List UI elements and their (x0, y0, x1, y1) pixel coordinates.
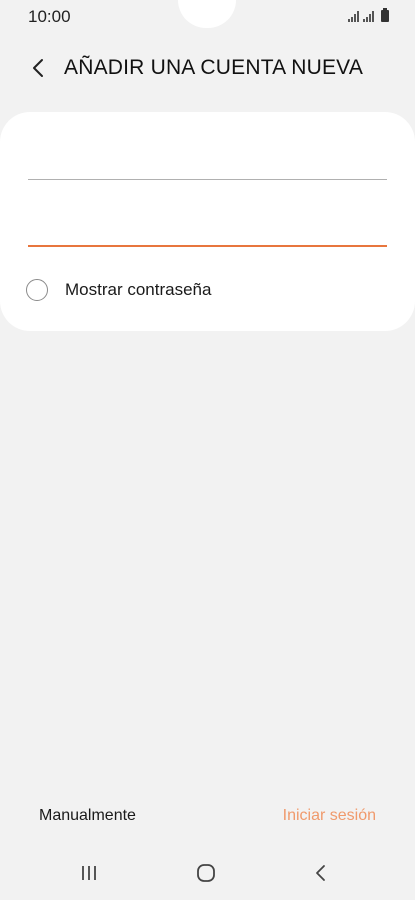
bottom-actions: Manualmente Iniciar sesión (0, 800, 415, 836)
email-underline (28, 179, 387, 180)
password-underline-active (28, 245, 387, 247)
back-arrow-icon (33, 59, 43, 77)
show-password-radio[interactable] (26, 279, 48, 301)
show-password-label: Mostrar contraseña (65, 280, 212, 299)
page-title: AÑADIR UNA CUENTA NUEVA (64, 56, 364, 79)
status-bar: 10:00 (0, 0, 415, 36)
signal-icon (363, 11, 374, 22)
password-field[interactable] (28, 207, 387, 247)
email-field[interactable] (28, 140, 387, 180)
email-input[interactable] (28, 140, 387, 180)
app-header: AÑADIR UNA CUENTA NUEVA (0, 46, 415, 90)
manual-button[interactable]: Manualmente (39, 807, 136, 825)
nav-back-button[interactable] (301, 860, 341, 886)
status-icons (348, 8, 389, 22)
recent-apps-button[interactable] (69, 860, 109, 886)
back-icon (316, 865, 325, 881)
battery-icon (381, 8, 389, 22)
navigation-bar (0, 848, 415, 898)
home-button[interactable] (186, 860, 226, 886)
login-form-card: Mostrar contraseña (0, 112, 415, 331)
login-button[interactable]: Iniciar sesión (283, 807, 376, 825)
back-button[interactable] (22, 52, 54, 84)
screen: 10:00 AÑADIR UNA CUENTA NUEVA Mostrar co… (0, 0, 415, 900)
password-input[interactable] (28, 207, 387, 247)
status-time: 10:00 (28, 7, 71, 26)
camera-notch (178, 0, 236, 28)
recent-apps-icon (82, 866, 96, 880)
show-password-option[interactable]: Mostrar contraseña (26, 279, 211, 301)
signal-icon (348, 11, 359, 22)
home-icon (197, 864, 215, 882)
